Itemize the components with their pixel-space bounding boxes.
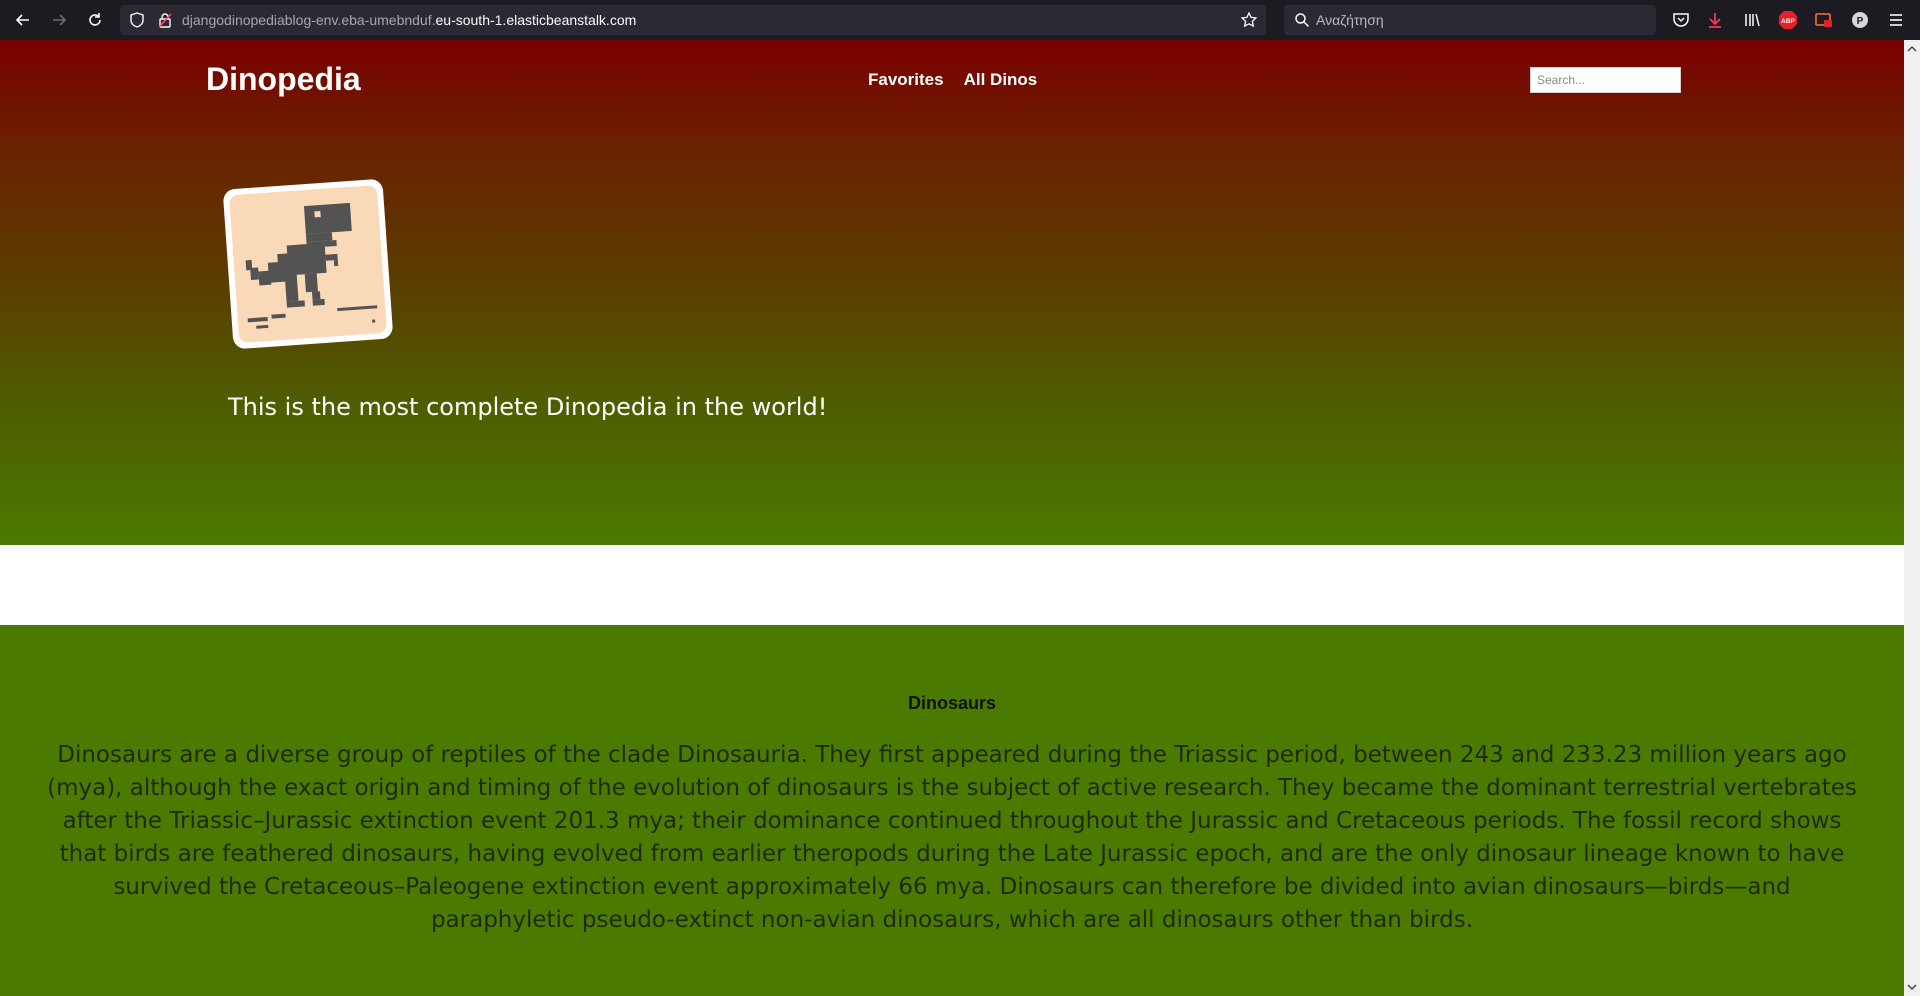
url-domain: eu-south-1.elasticbeanstalk.com: [435, 12, 637, 28]
download-icon: [1709, 13, 1721, 28]
back-arrow-icon: [15, 14, 29, 26]
site-brand-link[interactable]: Dinopedia: [206, 61, 361, 98]
tracking-protection-shield-icon[interactable]: [128, 11, 146, 29]
bookmark-star-icon[interactable]: [1240, 11, 1258, 29]
svg-text:ABP: ABP: [1781, 18, 1795, 25]
nav-all-dinos-link[interactable]: All Dinos: [964, 70, 1038, 90]
library-button[interactable]: [1741, 9, 1763, 31]
menu-button[interactable]: [1885, 9, 1907, 31]
address-bar[interactable]: djangodinopediablog-env.eba-umebnduf.eu-…: [120, 5, 1266, 35]
library-icon: [1745, 13, 1760, 27]
section-title: Dinosaurs: [907, 693, 997, 713]
profile-button[interactable]: P: [1849, 9, 1871, 31]
pocket-icon: [1673, 13, 1689, 27]
browser-search-placeholder: Αναζήτηση: [1316, 12, 1384, 28]
site-search-input[interactable]: [1530, 67, 1681, 93]
dino-logo-icon: [223, 179, 393, 349]
url-text[interactable]: djangodinopediablog-env.eba-umebnduf.eu-…: [182, 11, 636, 29]
search-icon: [1295, 13, 1310, 28]
scroll-up-arrow-icon[interactable]: [1907, 44, 1917, 54]
browser-search-bar[interactable]: Αναζήτηση: [1284, 5, 1656, 35]
adblock-plus-button[interactable]: ABP: [1777, 9, 1799, 31]
pocket-button[interactable]: [1670, 9, 1692, 31]
url-subdomain: djangodinopediablog-env.eba-umebnduf.: [182, 12, 436, 28]
svg-text:P: P: [1857, 16, 1864, 27]
page-viewport: Dinopedia Favorites All Dinos Search... …: [0, 40, 1904, 996]
profile-icon: P: [1852, 12, 1868, 28]
menu-icon: [1890, 14, 1902, 26]
screen-share-icon: [1815, 13, 1832, 27]
hero-tagline: This is the most complete Dinopedia in t…: [228, 393, 828, 421]
nav-favorites-link[interactable]: Favorites: [868, 70, 944, 90]
screen-share-button[interactable]: [1813, 9, 1835, 31]
forward-arrow-icon: [53, 14, 67, 26]
adblock-plus-icon: ABP: [1779, 11, 1797, 29]
dinosaurs-section: Dinosaurs Dinosaurs are a diverse group …: [0, 625, 1904, 996]
insecure-lock-icon[interactable]: [156, 11, 174, 29]
hero-section: Dinopedia Favorites All Dinos Search... …: [0, 40, 1904, 545]
spacer-band: [0, 545, 1904, 625]
back-button[interactable]: [10, 7, 36, 33]
downloads-button[interactable]: [1704, 9, 1726, 31]
main-nav: Favorites All Dinos: [868, 70, 1037, 90]
forward-button[interactable]: [46, 7, 72, 33]
scroll-down-arrow-icon[interactable]: [1907, 982, 1917, 992]
section-body: Dinosaurs are a diverse group of reptile…: [47, 742, 1857, 933]
browser-toolbar: djangodinopediablog-env.eba-umebnduf.eu-…: [0, 0, 1920, 40]
reload-icon: [89, 13, 101, 26]
reload-button[interactable]: [82, 7, 108, 33]
vertical-scrollbar[interactable]: [1904, 40, 1920, 996]
